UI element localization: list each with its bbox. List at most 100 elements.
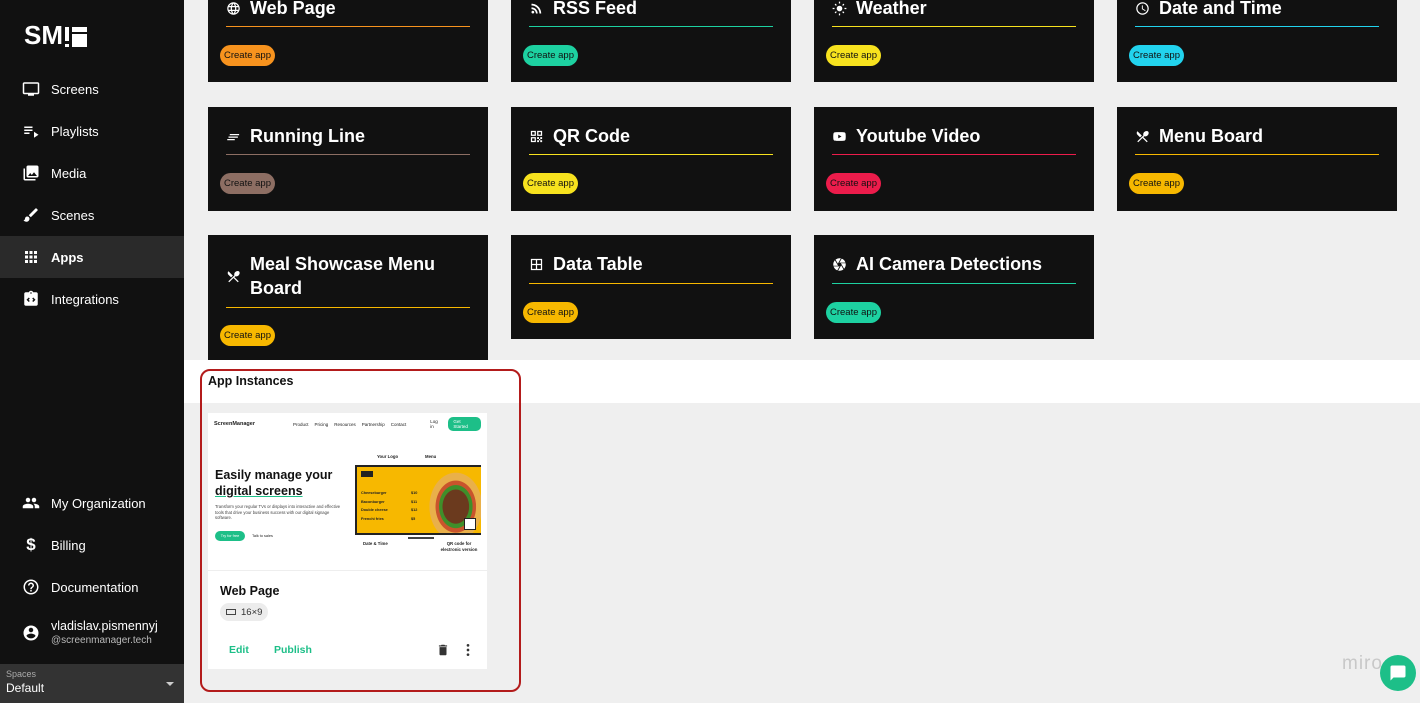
nav-item-playlists[interactable]: Playlists — [0, 110, 184, 152]
more-options-icon[interactable] — [464, 642, 472, 658]
preview-callout: Menu — [425, 454, 437, 459]
create-app-button[interactable]: Create app — [220, 45, 276, 66]
nav-item-media[interactable]: Media — [0, 152, 184, 194]
cutlery-icon — [1135, 124, 1153, 148]
app-card-rss-feed: RSS Feed Create app — [511, 0, 791, 82]
card-accent-rule — [226, 154, 470, 155]
preview-nav-link: Resources — [334, 421, 356, 427]
user-domain: @screenmanager.tech — [51, 634, 152, 646]
nav-item-documentation[interactable]: Documentation — [0, 566, 184, 608]
preview-nav-link: Product — [292, 421, 309, 427]
nav-item-label: Documentation — [51, 579, 139, 595]
instance-name: Web Page — [220, 584, 280, 598]
card-accent-rule — [832, 283, 1076, 284]
nav-item-screens[interactable]: Screens — [0, 68, 184, 110]
preview-paragraph: Transform your regular TVs or displays i… — [215, 504, 341, 520]
sidebar: SM Screens Playlists Media Scenes Apps I… — [0, 0, 184, 703]
lines-icon — [226, 124, 244, 148]
card-title-text: Data Table — [553, 254, 643, 274]
create-app-button[interactable]: Create app — [826, 302, 882, 323]
card-accent-rule — [226, 26, 470, 27]
nav-item-integrations[interactable]: Integrations — [0, 278, 184, 320]
app-card-menu-board: Menu Board Create app — [1117, 107, 1397, 211]
preview-nav-link: Contact — [390, 421, 407, 427]
menu-row: Cheeseburger $10 — [361, 489, 417, 498]
app-card-qr-code: QR Code Create app — [511, 107, 791, 211]
card-title: Running Line — [226, 124, 470, 154]
preview-nav-link: Partnership — [361, 421, 385, 427]
preview-headline-line-2: digital screens — [215, 484, 303, 498]
miro-watermark: miro — [1342, 653, 1383, 674]
app-instances-header: App Instances — [184, 360, 1420, 403]
card-accent-rule — [529, 283, 773, 284]
create-app-button[interactable]: Create app — [1129, 173, 1185, 194]
logo-mark-icon — [65, 25, 87, 47]
publish-button[interactable]: Publish — [274, 644, 312, 656]
table-icon — [529, 252, 547, 276]
card-title-text: Date and Time — [1159, 0, 1282, 18]
user-name: vladislav.pismennyj — [51, 618, 158, 633]
nav-item-scenes[interactable]: Scenes — [0, 194, 184, 236]
edit-button[interactable]: Edit — [229, 644, 249, 656]
clock-icon — [1135, 0, 1153, 20]
trash-icon[interactable] — [436, 642, 450, 658]
card-accent-rule — [1135, 26, 1379, 27]
menu-item: Double cheese — [361, 508, 388, 512]
spaces-selector[interactable]: Spaces Default — [0, 664, 184, 703]
create-app-button[interactable]: Create app — [523, 173, 579, 194]
app-card-data-table: Data Table Create app — [511, 235, 791, 339]
nav-item-apps[interactable]: Apps — [0, 236, 184, 278]
nav-item-label: Billing — [51, 537, 86, 553]
nav-item-label: Playlists — [51, 123, 99, 139]
youtube-icon — [832, 124, 850, 148]
card-accent-rule — [832, 26, 1076, 27]
instance-card-web-page[interactable]: ScreenManager Product Pricing Resources … — [208, 413, 487, 669]
user-profile[interactable]: vladislav.pismennyj @screenmanager.tech — [0, 608, 184, 658]
menu-price: $5 — [411, 516, 416, 521]
menu-price: $10 — [411, 491, 418, 495]
nav-item-label: Apps — [51, 249, 84, 265]
card-accent-rule — [1135, 154, 1379, 155]
card-title-text: AI Camera Detections — [856, 254, 1043, 274]
media-icon — [22, 164, 40, 182]
create-app-button[interactable]: Create app — [826, 173, 882, 194]
create-app-button[interactable]: Create app — [1129, 45, 1185, 66]
card-accent-rule — [832, 154, 1076, 155]
app-card-date-and-time: Date and Time Create app — [1117, 0, 1397, 82]
menu-item: Frenchi fries — [361, 516, 384, 521]
preview-logo-block — [361, 471, 373, 477]
spaces-value: Default — [6, 681, 45, 695]
create-app-button[interactable]: Create app — [523, 302, 579, 323]
preview-callout: Date & Time — [363, 541, 388, 546]
preview-nav-link: Pricing — [314, 421, 329, 427]
account-icon — [22, 624, 40, 642]
preview-cta: Get Started — [448, 417, 481, 431]
nav-item-my-organization[interactable]: My Organization — [0, 482, 184, 524]
chat-launcher[interactable] — [1380, 655, 1416, 691]
card-accent-rule — [226, 307, 470, 308]
card-title: AI Camera Detections — [832, 252, 1076, 282]
create-app-button[interactable]: Create app — [826, 45, 882, 66]
nav-item-label: Screens — [51, 81, 99, 97]
card-title: Date and Time — [1135, 0, 1379, 26]
rss-icon — [529, 0, 547, 20]
card-title-text: Running Line — [250, 126, 365, 146]
ratio-text: 16×9 — [241, 606, 263, 618]
nav-item-billing[interactable]: $ Billing — [0, 524, 184, 566]
logo[interactable]: SM — [24, 20, 87, 51]
logo-text: SM — [24, 20, 63, 50]
create-app-button[interactable]: Create app — [220, 325, 276, 346]
create-app-button[interactable]: Create app — [523, 45, 579, 66]
qr-icon — [529, 124, 547, 148]
card-title: RSS Feed — [529, 0, 773, 26]
instance-preview[interactable]: ScreenManager Product Pricing Resources … — [208, 413, 487, 571]
ratio-badge: 16×9 — [220, 603, 269, 621]
app-card-meal-showcase-menu-board: Meal Showcase Menu Board Create app — [208, 235, 488, 360]
preview-brand: ScreenManager — [214, 421, 255, 427]
main-nav: Screens Playlists Media Scenes Apps Inte… — [0, 68, 184, 320]
create-app-button[interactable]: Create app — [220, 173, 276, 194]
preview-menu-list: Cheeseburger $10 Baconburger $11 Double ch… — [361, 489, 417, 523]
cutlery-icon — [226, 252, 244, 300]
preview-callout: Your Logo — [377, 454, 399, 459]
integrations-icon — [22, 290, 40, 308]
